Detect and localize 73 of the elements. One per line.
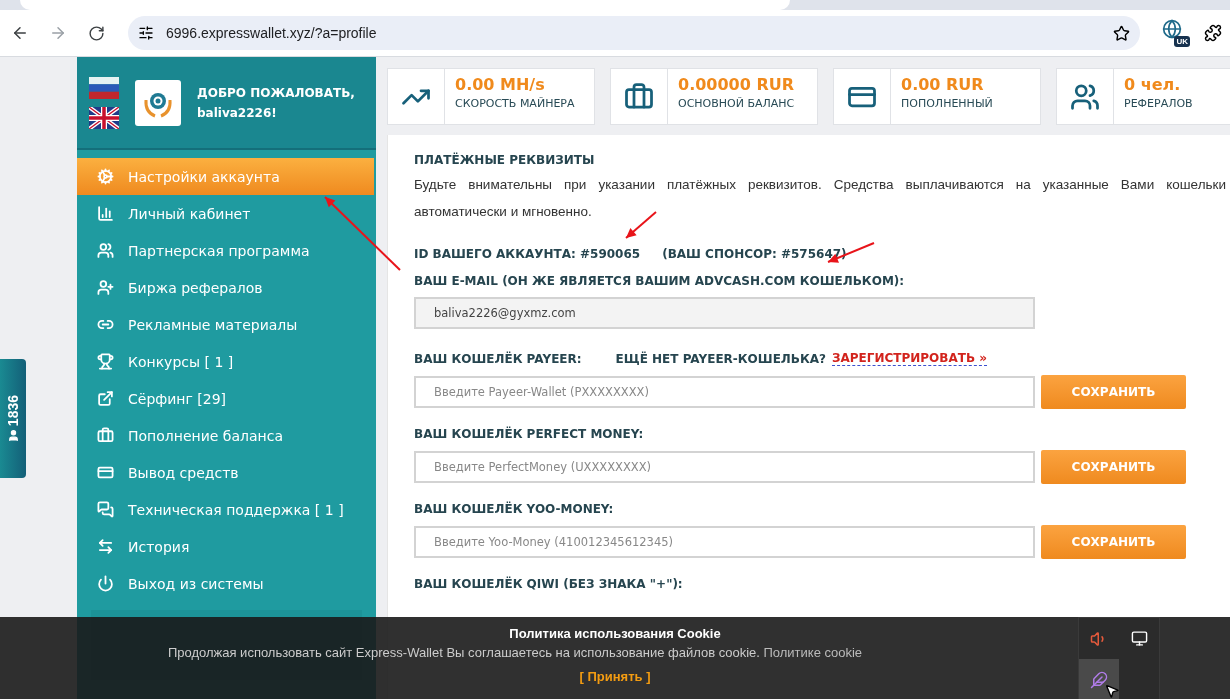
field-label: ВАШ КОШЕЛЁК YOO-MONEY: — [414, 502, 614, 516]
stat-value: 0.00000 RUR — [678, 75, 795, 94]
wallet-input[interactable]: Введите Yoo-Money (410012345612345) — [414, 526, 1035, 558]
username-text: baliva2226! — [197, 104, 278, 122]
users-icon — [97, 242, 114, 259]
field-label: ВАШ КОШЕЛЁК QIWI (БЕЗ ЗНАКА "+"): — [414, 577, 683, 591]
trophy-icon — [97, 353, 114, 370]
network-icon[interactable] — [1130, 630, 1148, 647]
site-settings-icon[interactable] — [138, 25, 154, 41]
sidebar-menu-item[interactable]: Выход из системы — [77, 565, 376, 602]
notice-text: Будьте внимательны при указании платёжных реквизитов. Средства выплачиваются на указанные Вами кошельки автоматически и мгновенно. — [414, 176, 1226, 221]
url-text: 6996.expresswallet.xyz/?a=profile — [166, 25, 378, 41]
sidebar-menu-item[interactable]: История — [77, 528, 376, 565]
stat-value: 0.00 MH/s — [455, 75, 546, 94]
bookmark-star-icon[interactable] — [1113, 24, 1130, 42]
address-bar[interactable]: 6996.expresswallet.xyz/?a=profile — [128, 16, 1140, 50]
sidebar-menu-item[interactable]: Партнерская программа — [77, 232, 376, 269]
sidebar-menu-item[interactable]: Биржа рефералов — [77, 269, 376, 306]
feather-icon[interactable] — [1090, 670, 1108, 689]
user-icon — [6, 429, 20, 443]
site-logo — [135, 79, 181, 126]
uk-flag-icon[interactable] — [89, 106, 119, 129]
save-button[interactable]: СОХРАНИТЬ — [1041, 525, 1186, 559]
gears-icon — [97, 168, 114, 185]
online-users-badge[interactable]: 1836 — [0, 359, 26, 478]
wallet-input[interactable]: Введите PerfectMoney (UXXXXXXXX) — [414, 451, 1035, 483]
cookie-text: Продолжая использовать сайт Express-Wallet Вы соглашаетесь на использование файлов cookie. Политике cookie — [167, 645, 863, 660]
cookie-policy-link[interactable]: Политике cookie — [763, 645, 863, 660]
russian-flag-icon[interactable] — [89, 76, 119, 99]
external-link-icon — [97, 390, 114, 407]
account-id-text: ID ВАШЕГО АККАУНТА: #590065 — [414, 247, 641, 261]
cookie-title: Политика использования Cookie — [509, 626, 721, 641]
field-label: ВАШ КОШЕЛЁК PERFECT MONEY: — [414, 427, 644, 441]
bar-chart-icon — [97, 205, 114, 222]
user-plus-icon — [97, 279, 114, 296]
stat-label: СКОРОСТЬ МАЙНЕРА — [455, 97, 575, 110]
stat-value: 0.00 RUR — [901, 75, 985, 94]
section-title: ПЛАТЁЖНЫЕ РЕКВИЗИТЫ — [414, 153, 596, 167]
sidebar-menu-item[interactable]: Конкурсы [ 1 ] — [77, 343, 376, 380]
extensions-icon[interactable] — [1204, 24, 1222, 42]
stat-label: ПОПОЛНЕННЫЙ — [901, 97, 993, 110]
stat-label: РЕФЕРАЛОВ — [1124, 97, 1193, 110]
stat-icon — [1070, 81, 1100, 112]
sidebar-menu-item[interactable]: Сёрфинг [29] — [77, 380, 376, 417]
save-button[interactable]: СОХРАНИТЬ — [1041, 450, 1186, 484]
mouse-cursor-icon — [1104, 683, 1120, 699]
hint-text: ЕЩЁ НЕТ PAYEER-КОШЕЛЬКА? — [615, 351, 826, 366]
email-field[interactable]: baliva2226@gyxmz.com — [414, 297, 1035, 329]
stat-label: ОСНОВНОЙ БАЛАНС — [678, 97, 795, 110]
back-icon[interactable] — [11, 24, 29, 42]
sidebar-menu-item[interactable]: Настройки аккаунта — [77, 158, 374, 195]
sidebar-menu-item[interactable]: Рекламные материалы — [77, 306, 376, 343]
save-button[interactable]: СОХРАНИТЬ — [1041, 375, 1186, 409]
chat-bubbles-icon — [97, 501, 114, 518]
annotation-arrow — [625, 211, 657, 239]
sponsor-text: (ВАШ СПОНСОР: #575647) — [662, 247, 847, 261]
sidebar-menu-item[interactable]: Техническая поддержка [ 1 ] — [77, 491, 376, 528]
sidebar-menu-item[interactable]: Вывод средств — [77, 454, 376, 491]
swap-arrows-icon — [97, 538, 114, 555]
reload-icon[interactable] — [87, 24, 105, 42]
field-label: ВАШ E-MAIL (ОН ЖЕ ЯВЛЯЕТСЯ ВАШИМ ADVCASH.COM КОШЕЛЬКОМ): — [414, 274, 905, 288]
wallet-input[interactable]: Введите Payeer-Wallet (PXXXXXXXX) — [414, 376, 1035, 408]
power-icon — [97, 575, 114, 592]
accept-button[interactable]: [ Принять ] — [573, 668, 657, 685]
register-link[interactable]: ЗАРЕГИСТРИРОВАТЬ » — [832, 351, 987, 366]
welcome-text: ДОБРО ПОЖАЛОВАТЬ, — [197, 84, 355, 102]
briefcase-icon — [97, 427, 114, 444]
stat-value: 0 чел. — [1124, 75, 1182, 94]
field-label: ВАШ КОШЕЛЁК PAYEER: — [414, 351, 582, 366]
credit-card-icon — [97, 464, 114, 481]
forward-icon[interactable] — [49, 24, 67, 42]
sidebar-menu-item[interactable]: Личный кабинет — [77, 195, 376, 232]
sidebar-menu-item[interactable]: Пополнение баланса — [77, 417, 376, 454]
